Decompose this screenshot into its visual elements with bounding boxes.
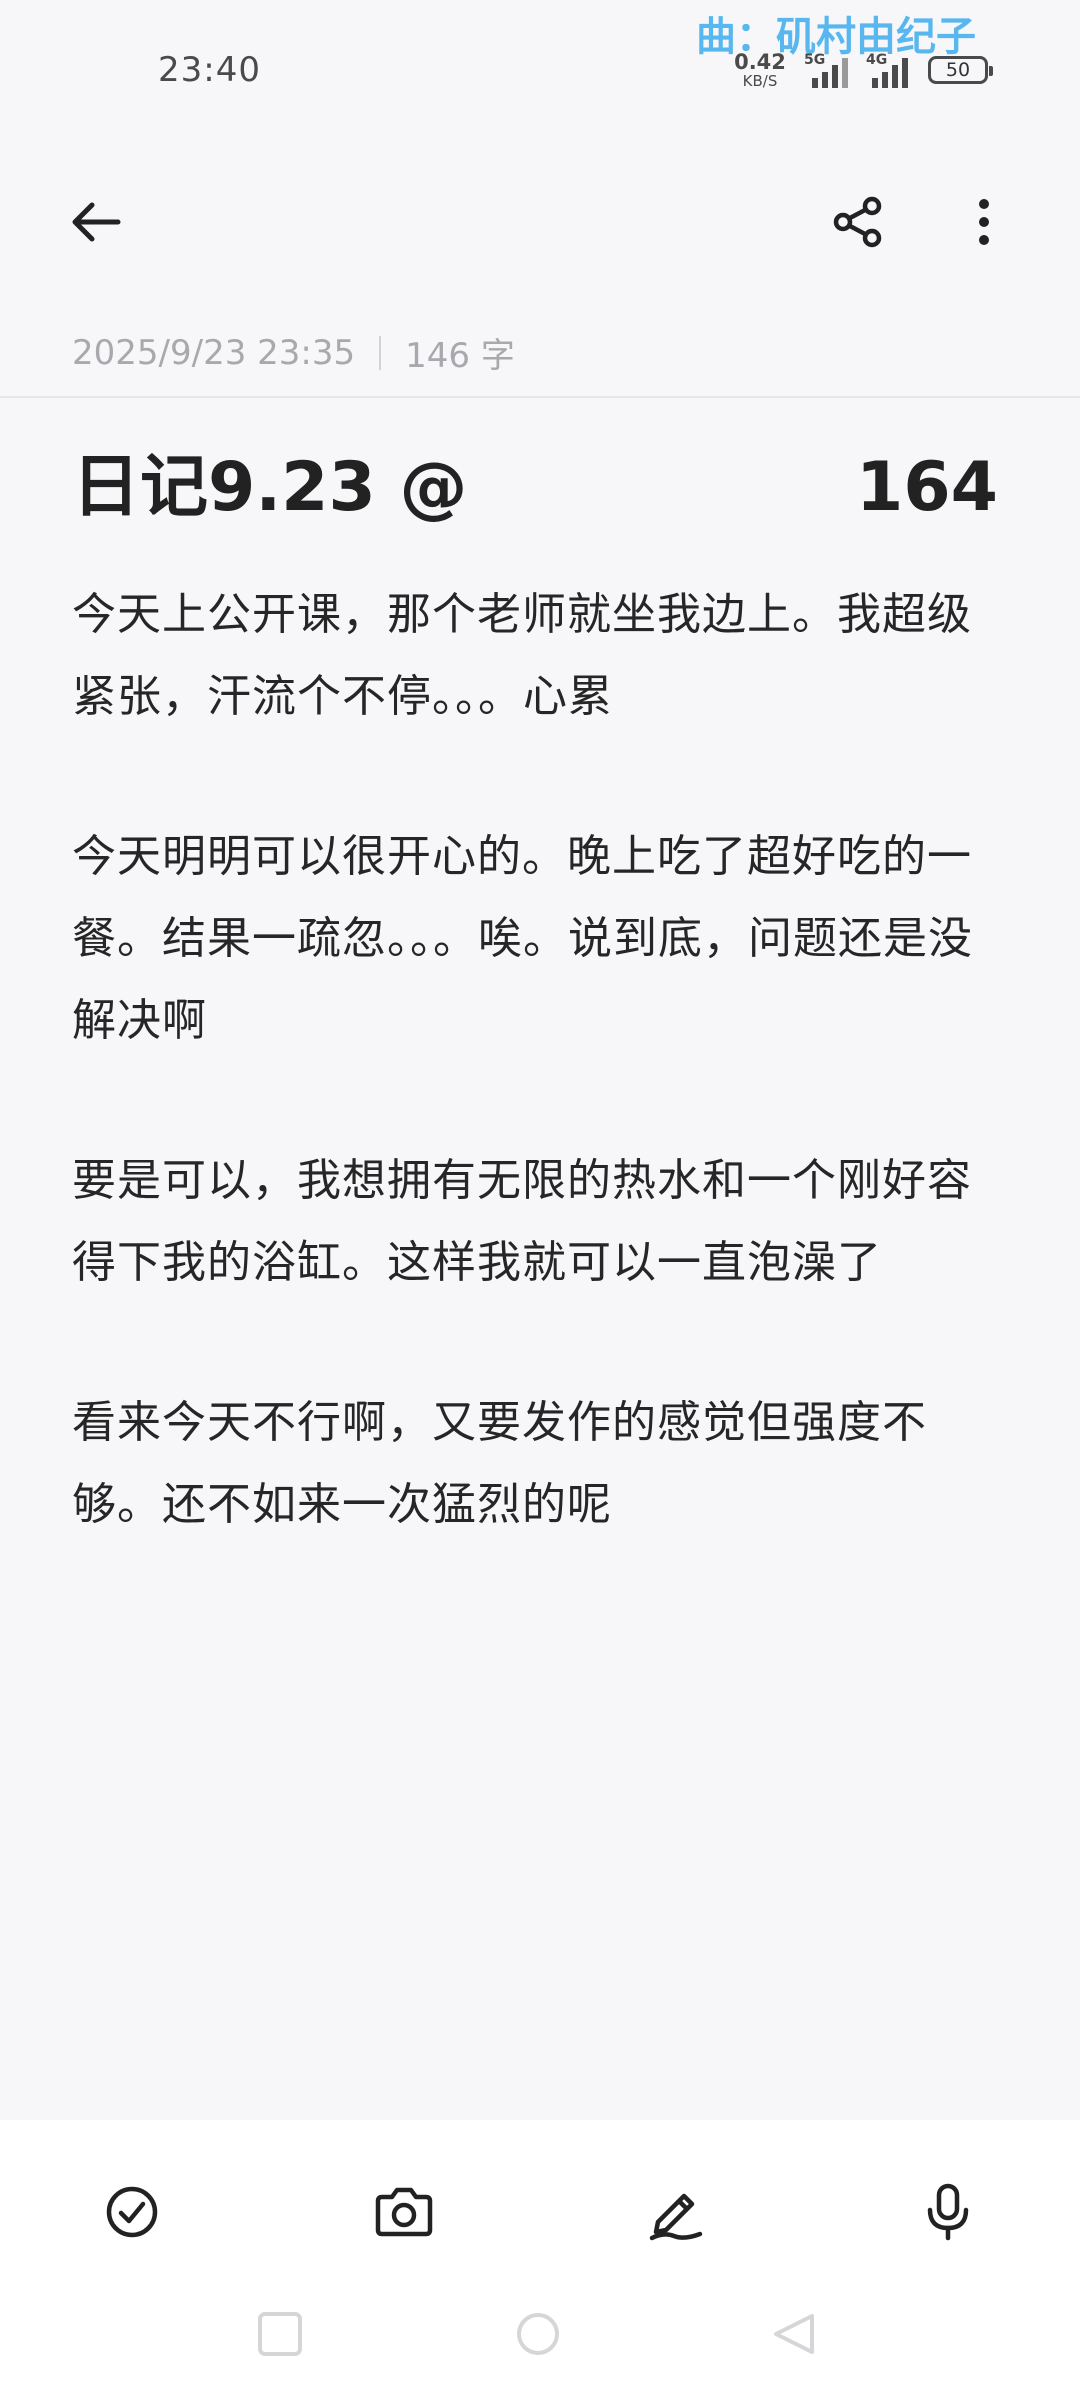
handwriting-icon <box>649 2193 703 2241</box>
signal-5g-icon: 5G <box>804 52 856 88</box>
note-meta: 2025/9/23 23:35 146 字 <box>72 328 515 377</box>
more-vertical-icon <box>979 199 989 245</box>
camera-icon <box>375 2187 433 2237</box>
back-button[interactable] <box>56 182 136 262</box>
more-options-button[interactable] <box>944 182 1024 262</box>
checklist-icon <box>106 2186 158 2238</box>
square-icon <box>258 2312 302 2356</box>
camera-button[interactable] <box>356 2164 452 2260</box>
network-speed-unit: KB/S <box>742 72 778 90</box>
network-speed-value: 0.42 <box>734 50 786 74</box>
microphone-icon <box>927 2183 969 2241</box>
signal-5g-label: 5G <box>804 52 826 68</box>
voice-input-button[interactable] <box>900 2164 996 2260</box>
note-paragraph: 看来今天不行啊，又要发作的感觉但强度不够。还不如来一次猛烈的呢 <box>72 1397 927 1530</box>
signal-4g-icon: 4G <box>866 52 918 88</box>
share-icon <box>833 196 882 248</box>
nav-back-button[interactable] <box>770 2310 818 2362</box>
share-button[interactable] <box>818 182 898 262</box>
signal-4g-label: 4G <box>866 52 888 68</box>
note-body[interactable]: 今天上公开课，那个老师就坐我边上。我超级紧张，汗流个不停。。。心累 今天明明可以… <box>72 574 1008 1624</box>
network-speed: 0.42 KB/S <box>732 52 788 89</box>
note-title-number: 164 <box>856 448 998 527</box>
note-detail-screen: 23:40 曲：矶村由纪子 0.42 KB/S 5G 4G 50 2025/9/… <box>0 0 1080 2400</box>
battery-icon: 50 <box>928 56 993 84</box>
nav-home-button[interactable] <box>514 2310 562 2362</box>
header-divider <box>0 396 1080 398</box>
note-paragraph: 要是可以，我想拥有无限的热水和一个刚好容得下我的浴缸。这样我就可以一直泡澡了 <box>72 1155 972 1288</box>
status-time: 23:40 <box>158 50 261 90</box>
note-char-count: 146 字 <box>405 336 515 376</box>
circle-icon <box>517 2313 559 2355</box>
note-date: 2025/9/23 23:35 <box>72 332 356 373</box>
meta-separator <box>379 335 382 370</box>
nav-recents-button[interactable] <box>256 2310 304 2362</box>
handwriting-button[interactable] <box>628 2164 724 2260</box>
note-paragraph: 今天明明可以很开心的。晚上吃了超好吃的一餐。结果一疏忽。。。唉。说到底，问题还是… <box>72 831 973 1046</box>
checklist-button[interactable] <box>84 2164 180 2260</box>
note-title[interactable]: 日记9.23 @ <box>72 446 467 530</box>
arrow-left-icon <box>72 202 121 242</box>
triangle-back-icon <box>774 2314 814 2354</box>
note-paragraph: 今天上公开课，那个老师就坐我边上。我超级紧张，汗流个不停。。。心累 <box>72 589 972 722</box>
